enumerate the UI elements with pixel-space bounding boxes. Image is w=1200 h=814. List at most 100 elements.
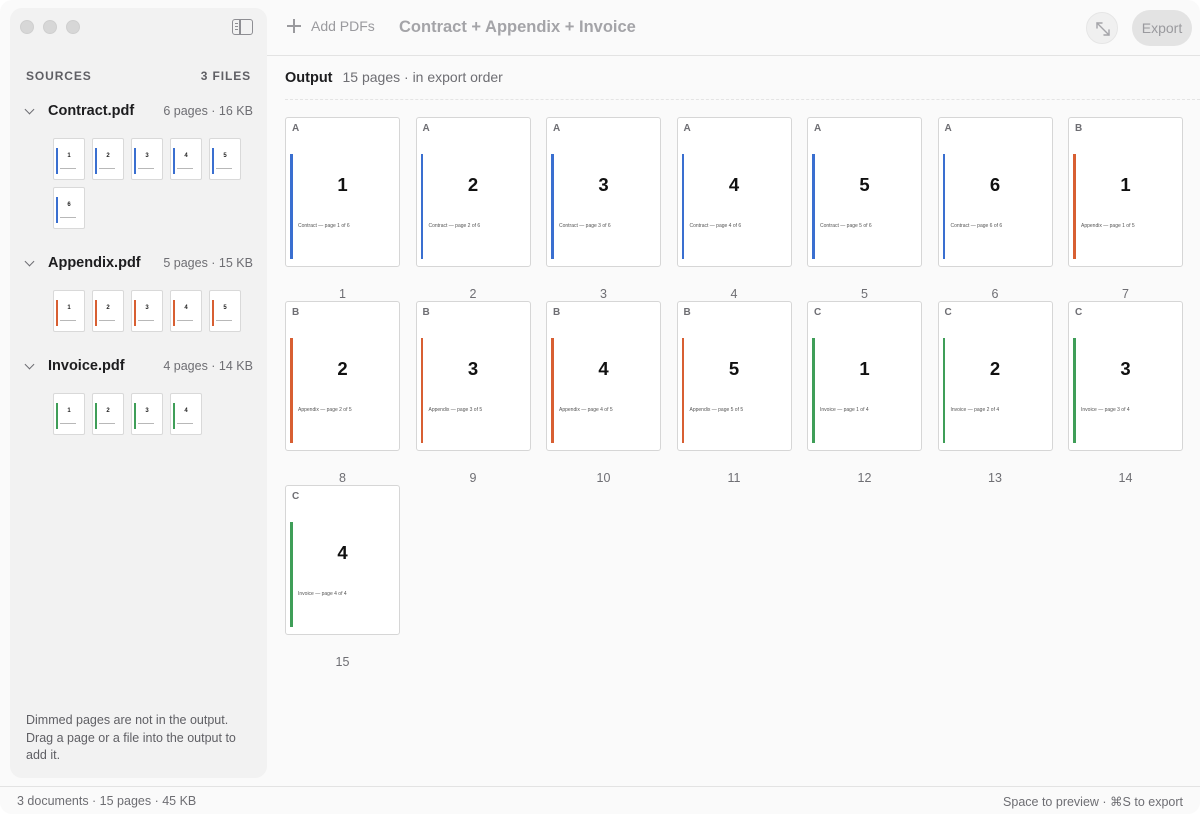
output-page-card[interactable]: A 2 Contract — page 2 of 6 xyxy=(415,117,531,267)
source-page-thumbnail[interactable]: 5 xyxy=(209,138,241,180)
status-shortcuts: Space to preview · ⌘S to export xyxy=(1003,795,1183,809)
source-page-thumbnail[interactable]: 6 xyxy=(53,187,85,229)
output-page-card[interactable]: C 3 Invoice — page 3 of 4 xyxy=(1068,301,1183,451)
output-page-card[interactable]: B 1 Appendix — page 1 of 5 xyxy=(1068,117,1183,267)
output-page-card[interactable]: A 1 Contract — page 1 of 6 xyxy=(285,117,400,267)
output-page-cell: A 3 Contract — page 3 of 6 3 xyxy=(546,117,661,301)
source-file-row[interactable]: Appendix.pdf 5 pages · 15 KB xyxy=(24,253,253,273)
status-bar: 3 documents · 15 pages · 45 KB Space to … xyxy=(0,786,1200,814)
output-page-index: 2 xyxy=(469,287,477,301)
source-page-thumbnail[interactable]: 1 xyxy=(53,290,85,332)
toolbar: Add PDFs Contract + Appendix + Invoice E… xyxy=(267,0,1200,56)
page-number: 3 xyxy=(598,174,609,195)
source-page-thumbnail[interactable]: 2 xyxy=(92,290,124,332)
sidebar-toggle-icon[interactable] xyxy=(232,19,253,35)
chevron-down-icon[interactable] xyxy=(24,257,36,269)
page-color-bar xyxy=(290,154,293,259)
output-page-card[interactable]: B 5 Appendix — page 5 of 5 xyxy=(676,301,792,451)
output-page-card[interactable]: C 4 Invoice — page 4 of 4 xyxy=(285,485,400,635)
output-page-card[interactable]: A 4 Contract — page 4 of 6 xyxy=(676,117,792,267)
thumbnail-page-number: 2 xyxy=(106,408,110,414)
source-page-thumbnail[interactable]: 1 xyxy=(53,393,85,435)
source-page-thumbnail[interactable]: 1 xyxy=(53,138,85,180)
thumbnail-page-number: 4 xyxy=(184,305,188,311)
source-file-row[interactable]: Contract.pdf 6 pages · 16 KB xyxy=(24,101,253,121)
output-page-card[interactable]: A 5 Contract — page 5 of 6 xyxy=(807,117,922,267)
output-page-index: 8 xyxy=(339,471,346,485)
source-page-thumbnail[interactable]: 3 xyxy=(131,290,163,332)
output-page-card[interactable]: C 2 Invoice — page 2 of 4 xyxy=(937,301,1053,451)
chevron-down-icon[interactable] xyxy=(24,105,36,117)
page-number: 4 xyxy=(337,542,348,563)
output-page-cell: B 4 Appendix — page 4 of 5 10 xyxy=(546,301,661,485)
thumbnail-caption-line xyxy=(60,168,76,169)
thumbnail-caption-line xyxy=(216,320,232,321)
thumbnail-caption-line xyxy=(99,320,115,321)
output-header: Output 15 pages · in export order xyxy=(285,69,503,86)
export-button[interactable]: Export xyxy=(1132,10,1192,46)
page-caption: Contract — page 3 of 6 xyxy=(559,223,611,229)
page-color-bar xyxy=(95,300,97,326)
source-page-thumbnail[interactable]: 2 xyxy=(92,393,124,435)
output-page-index: 4 xyxy=(730,287,738,301)
page-source-letter: B xyxy=(1075,123,1083,134)
source-file-row[interactable]: Invoice.pdf 4 pages · 14 KB xyxy=(24,356,253,376)
output-page-card[interactable]: A 6 Contract — page 6 of 6 xyxy=(937,117,1053,267)
source-page-thumbnail[interactable]: 4 xyxy=(170,138,202,180)
page-number: 4 xyxy=(728,174,740,195)
page-caption: Appendix — page 3 of 5 xyxy=(428,407,483,413)
page-caption: Invoice — page 4 of 4 xyxy=(298,591,347,597)
page-color-bar xyxy=(173,148,175,174)
source-page-thumbnail[interactable]: 4 xyxy=(170,290,202,332)
page-color-bar xyxy=(681,338,684,443)
output-page-index: 6 xyxy=(991,287,999,301)
thumbnail-caption-line xyxy=(216,168,232,169)
minimize-window-button[interactable] xyxy=(43,20,57,34)
output-page-cell: C 4 Invoice — page 4 of 4 15 xyxy=(285,485,400,669)
thumbnail-page-number: 3 xyxy=(145,305,149,311)
thumbnail-page-number: 3 xyxy=(145,153,149,159)
thumbnail-caption-line xyxy=(177,423,193,424)
page-number: 5 xyxy=(859,174,870,195)
source-page-thumbnail[interactable]: 4 xyxy=(170,393,202,435)
output-page-card[interactable]: A 3 Contract — page 3 of 6 xyxy=(546,117,661,267)
app-window: SOURCES 3 FILES Contract.pdf 6 pages · 16… xyxy=(0,0,1200,814)
output-page-card[interactable]: B 4 Appendix — page 4 of 5 xyxy=(546,301,661,451)
expand-button[interactable] xyxy=(1086,12,1118,44)
output-page-index: 12 xyxy=(857,471,872,485)
source-file-meta: 4 pages · 14 KB xyxy=(163,359,253,373)
output-page-cell: A 4 Contract — page 4 of 6 4 xyxy=(676,117,792,301)
chevron-down-icon[interactable] xyxy=(24,360,36,372)
source-file-name: Contract.pdf xyxy=(48,103,135,119)
sources-header: SOURCES 3 FILES xyxy=(26,69,251,83)
close-window-button[interactable] xyxy=(20,20,34,34)
sources-heading: SOURCES xyxy=(26,69,92,83)
page-number: 1 xyxy=(1120,174,1131,195)
add-pdfs-label: Add PDFs xyxy=(311,18,375,34)
page-caption: Appendix — page 1 of 5 xyxy=(1081,223,1135,229)
page-number: 2 xyxy=(467,174,479,195)
page-caption: Contract — page 4 of 6 xyxy=(689,223,742,229)
add-pdfs-button[interactable]: Add PDFs xyxy=(287,18,375,34)
source-page-thumbnail[interactable]: 2 xyxy=(92,138,124,180)
page-color-bar xyxy=(1073,338,1076,443)
output-page-index: 13 xyxy=(988,471,1002,485)
source-page-thumbnail[interactable]: 3 xyxy=(131,393,163,435)
output-page-card[interactable]: C 1 Invoice — page 1 of 4 xyxy=(807,301,922,451)
page-number: 1 xyxy=(859,358,870,379)
output-page-index: 3 xyxy=(600,287,607,301)
source-file-meta: 6 pages · 16 KB xyxy=(163,104,253,118)
source-page-thumbnail[interactable]: 3 xyxy=(131,138,163,180)
zoom-window-button[interactable] xyxy=(66,20,80,34)
thumbnail-caption-line xyxy=(138,423,154,424)
output-page-card[interactable]: B 2 Appendix — page 2 of 5 xyxy=(285,301,400,451)
source-page-thumbnail[interactable]: 5 xyxy=(209,290,241,332)
thumbnail-page-number: 6 xyxy=(67,202,71,208)
page-caption: Invoice — page 3 of 4 xyxy=(1081,407,1130,413)
output-page-index: 11 xyxy=(727,471,741,485)
page-color-bar xyxy=(134,300,136,326)
page-color-bar xyxy=(1073,154,1076,259)
output-page-cell: C 1 Invoice — page 1 of 4 12 xyxy=(807,301,922,485)
thumbnail-page-number: 5 xyxy=(223,305,227,311)
output-page-card[interactable]: B 3 Appendix — page 3 of 5 xyxy=(415,301,531,451)
